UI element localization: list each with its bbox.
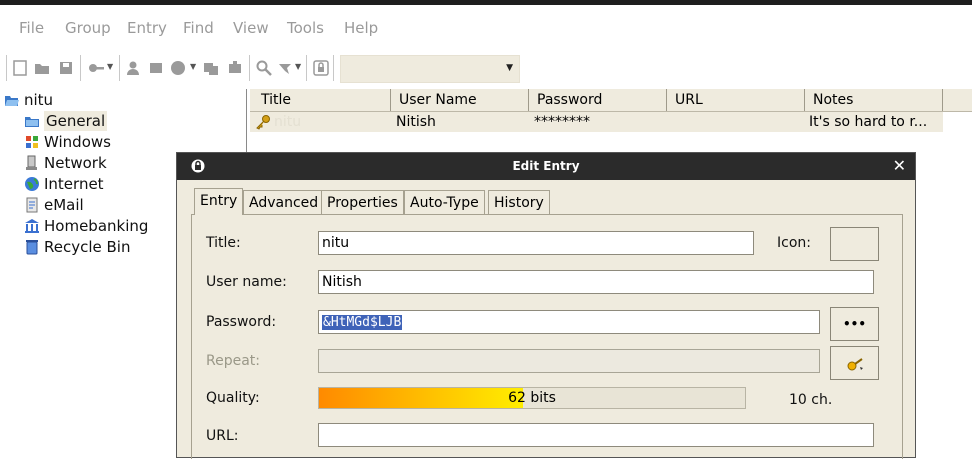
menu-help[interactable]: Help	[344, 19, 378, 37]
show-password-button[interactable]: •••	[830, 307, 879, 341]
open-folder-icon	[4, 92, 20, 108]
open-url-icon[interactable]	[169, 59, 187, 77]
toolbar-grip	[6, 55, 7, 81]
username-label: User name:	[206, 274, 287, 290]
password-input[interactable]: &HtMGd$LJB	[318, 310, 820, 334]
edit-entry-dialog: Edit Entry ✕ Entry Advanced Properties A…	[176, 152, 916, 459]
find-icon[interactable]	[255, 59, 273, 77]
open-url-dropdown-icon[interactable]: ▼	[190, 62, 196, 71]
cell-username: Nitish	[396, 114, 436, 130]
entry-tab-panel: Title: nitu Icon: User name: Nitish Pass…	[191, 214, 903, 459]
mail-icon	[24, 197, 40, 213]
toolbar-separator	[80, 55, 81, 81]
icon-label: Icon:	[777, 235, 811, 251]
add-entry-dropdown-icon[interactable]: ▼	[107, 62, 113, 71]
title-input[interactable]: nitu	[318, 231, 754, 255]
tree-root-label: nitu	[24, 91, 54, 109]
dialog-title: Edit Entry	[512, 159, 580, 173]
menu-file[interactable]: File	[19, 19, 44, 37]
find-options-dropdown-icon[interactable]: ▼	[295, 62, 301, 71]
cell-notes: It's so hard to r...	[809, 114, 928, 130]
copy-url-icon[interactable]	[202, 59, 220, 77]
entry-list-header: Title User Name Password URL Notes	[250, 89, 972, 112]
toolbar-separator	[333, 55, 334, 81]
icon-picker-button[interactable]	[830, 227, 879, 261]
network-server-icon	[24, 155, 40, 171]
toolbar-separator	[306, 55, 307, 81]
lock-workspace-icon[interactable]	[312, 59, 330, 77]
key-generator-icon	[846, 355, 864, 377]
copy-password-icon[interactable]	[147, 59, 165, 77]
globe-icon	[24, 176, 40, 192]
menu-entry[interactable]: Entry	[127, 19, 167, 37]
cell-password: ********	[534, 114, 590, 130]
tab-history[interactable]: History	[488, 190, 550, 214]
repeat-label: Repeat:	[206, 353, 260, 369]
recycle-bin-icon	[24, 239, 40, 255]
menu-view[interactable]: View	[233, 19, 269, 37]
table-row[interactable]: nitu Nitish ******** It's so hard to r..…	[250, 112, 943, 132]
tab-properties[interactable]: Properties	[321, 190, 404, 214]
column-header-password[interactable]: Password	[529, 89, 667, 111]
password-label: Password:	[206, 314, 277, 330]
tree-item-label: General	[44, 111, 108, 131]
title-label: Title:	[206, 235, 241, 251]
column-header-url[interactable]: URL	[667, 89, 805, 111]
plugin-icon[interactable]	[226, 59, 244, 77]
menu-bar: File Group Entry Find View Tools Help	[0, 5, 972, 49]
key-icon	[255, 114, 271, 134]
password-selected-text: &HtMGd$LJB	[322, 315, 403, 330]
new-database-icon[interactable]	[11, 59, 29, 77]
bank-icon	[24, 218, 40, 234]
tab-advanced[interactable]: Advanced	[243, 190, 325, 214]
tab-auto-type[interactable]: Auto-Type	[404, 190, 485, 214]
save-icon[interactable]	[57, 59, 75, 77]
menu-tools[interactable]: Tools	[287, 19, 324, 37]
tree-item-label: eMail	[44, 196, 84, 214]
tab-entry[interactable]: Entry	[194, 188, 244, 215]
column-header-username[interactable]: User Name	[391, 89, 529, 111]
tree-item-label: Network	[44, 154, 107, 172]
repeat-password-input[interactable]	[318, 349, 820, 373]
toolbar-separator	[119, 55, 120, 81]
chevron-down-icon[interactable]: ▼	[506, 63, 513, 73]
username-input[interactable]: Nitish	[318, 270, 874, 294]
toolbar-separator	[249, 55, 250, 81]
quality-bits-text: 62 bits	[508, 390, 556, 406]
find-options-icon[interactable]	[277, 59, 295, 77]
cell-title: nitu	[274, 114, 302, 130]
quality-label: Quality:	[206, 390, 260, 406]
open-database-icon[interactable]	[33, 59, 51, 77]
tree-item-label: Windows	[44, 133, 111, 151]
menu-group[interactable]: Group	[65, 19, 111, 37]
tree-item-label: Recycle Bin	[44, 238, 131, 256]
cell-url	[672, 112, 802, 132]
dialog-titlebar[interactable]: Edit Entry ✕	[177, 153, 915, 180]
password-length: 10 ch.	[789, 392, 833, 408]
password-quality-bar: 62 bits	[318, 387, 746, 409]
generate-password-button[interactable]	[830, 346, 879, 380]
close-icon[interactable]: ✕	[893, 156, 906, 175]
url-input[interactable]	[318, 423, 874, 447]
column-header-title[interactable]: Title	[253, 89, 391, 111]
tree-item-label: Internet	[44, 175, 104, 193]
tree-item-label: Homebanking	[44, 217, 149, 235]
folder-icon	[24, 113, 40, 129]
add-entry-icon[interactable]	[87, 59, 105, 77]
url-label: URL:	[206, 428, 239, 444]
quick-find-combobox[interactable]: ▼	[340, 55, 520, 83]
copy-username-icon[interactable]	[124, 59, 142, 77]
column-header-notes[interactable]: Notes	[805, 89, 943, 111]
menu-find[interactable]: Find	[183, 19, 214, 37]
windows-icon	[24, 134, 40, 150]
